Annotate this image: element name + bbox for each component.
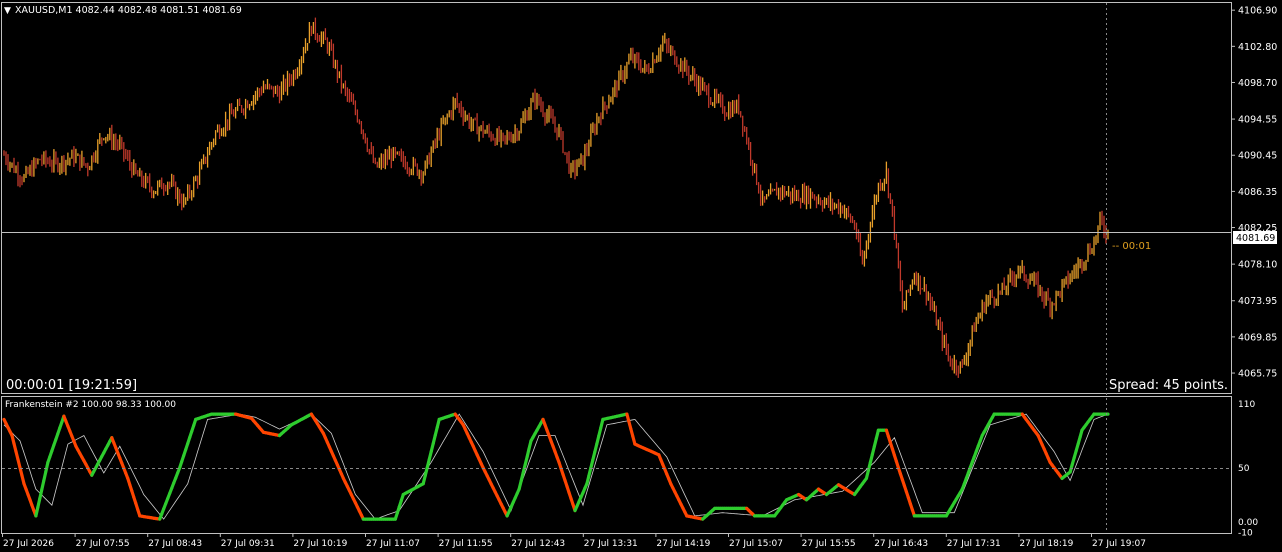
time-axis-label: 27 Jul 15:07 [729,539,783,549]
time-axis-label: 27 Jul 18:19 [1019,539,1073,549]
time-axis-label: 27 Jul 15:55 [802,539,856,549]
indicator-axis: 110 50 0.00-10 [1238,400,1258,539]
price-axis-label: 4098.70 [1238,78,1277,89]
timer-readout: 00:00:01 [19:21:59] [6,378,137,393]
spread-readout: Spread: 45 points. [1109,378,1228,393]
indicator-axis-label: 110 [1238,400,1255,410]
time-axis-label: 27 Jul 07:55 [76,539,130,549]
price-axis-label: 4078.10 [1238,260,1277,271]
price-axis-label: 4073.95 [1238,296,1277,307]
time-axis-label: 27 Jul 12:43 [511,539,565,549]
price-axis-label: 4094.55 [1238,115,1277,126]
time-axis-label: 27 Jul 11:07 [366,539,420,549]
time-axis: 27 Jul 2026 27 Jul 07:55 27 Jul 08:43 27 Ju… [2,533,1146,549]
price-axis-label: 4086.35 [1238,187,1277,198]
time-axis-label: 27 Jul 2026 [3,539,54,549]
time-axis-label: 27 Jul 19:07 [1092,539,1146,549]
time-axis-label: 27 Jul 09:31 [221,539,275,549]
chart-canvas: 4106.90 4102.80 4098.70 4094.55 4090.45 4086.… [1,2,1277,549]
time-axis-label: 27 Jul 08:43 [148,539,202,549]
indicator-axis-label: -10 [1238,529,1253,539]
price-axis-label: 4090.45 [1238,151,1277,162]
time-axis-label: 27 Jul 14:19 [656,539,710,549]
price-axis-label: 4102.80 [1238,42,1277,53]
indicator-axis-label: 0.00 [1238,518,1258,528]
price-axis-label: 4065.75 [1238,369,1277,380]
time-axis-label: 27 Jul 13:31 [584,539,638,549]
countdown-readout: -- 00:01 [1112,241,1151,252]
indicator-axis-label: 50 [1238,464,1250,474]
time-axis-label: 27 Jul 17:31 [947,539,1001,549]
current-price-tag: 4081.69 [1236,233,1275,244]
indicator-header: Frankenstein #2 100.00 98.33 100.00 [5,400,176,410]
price-axis-label: 4069.85 [1238,332,1277,343]
time-axis-label: 27 Jul 11:55 [439,539,493,549]
time-axis-label: 27 Jul 16:43 [874,539,928,549]
time-axis-label: 27 Jul 10:19 [293,539,347,549]
symbol-dropdown-icon[interactable]: ▼ [4,6,11,16]
price-axis-label: 4106.90 [1238,6,1277,17]
symbol-header: XAUUSD,M1 4082.44 4082.48 4081.51 4081.6… [15,5,242,16]
price-axis: 4106.90 4102.80 4098.70 4094.55 4090.45 4086.… [1231,6,1277,380]
